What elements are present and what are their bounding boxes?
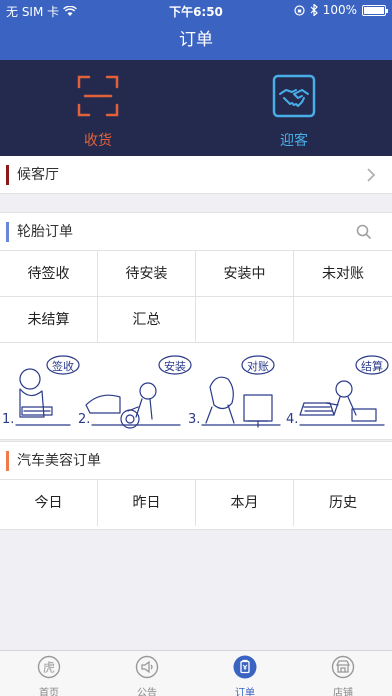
battery-percent: 100%: [322, 3, 357, 17]
tire-empty-cell: [196, 297, 294, 343]
page-title: 订单: [179, 30, 213, 50]
accent-bar: [6, 222, 9, 242]
receive-label: 收货: [84, 133, 112, 149]
svg-text:3.: 3.: [188, 412, 200, 427]
tab-home[interactable]: 虎 首页: [0, 651, 98, 696]
accent-bar: [6, 165, 9, 185]
receive-button[interactable]: 收货: [48, 74, 148, 150]
step-reconcile-label: 对账: [247, 359, 269, 373]
tab-store[interactable]: 店铺: [294, 651, 392, 696]
hero-panel: 收货 迎客: [0, 60, 392, 156]
accent-bar: [6, 451, 9, 471]
workflow-illustration-art: 1. 签收 2. 安装 3. 对账 4. 结算: [2, 355, 389, 429]
workflow-illustration: 1. 签收 2. 安装 3. 对账 4. 结算: [0, 343, 392, 439]
tire-unreconciled-cell[interactable]: 未对账: [294, 251, 392, 297]
tire-summary-cell[interactable]: 汇总: [98, 297, 196, 343]
orientation-lock-icon: [294, 4, 305, 16]
beauty-orders-title: 汽车美容订单: [17, 453, 101, 469]
battery-icon: [362, 4, 388, 16]
tab-store-label: 店铺: [333, 688, 353, 696]
tab-orders[interactable]: 订单: [196, 651, 294, 696]
beauty-history-cell[interactable]: 历史: [294, 480, 392, 526]
store-icon: [331, 655, 355, 679]
search-icon[interactable]: [356, 224, 372, 240]
waiting-room-label: 候客厅: [17, 167, 59, 183]
tire-unsettled-cell[interactable]: 未结算: [0, 297, 98, 343]
bluetooth-icon: [310, 4, 318, 16]
tab-orders-label: 订单: [235, 688, 255, 696]
status-right: 100%: [294, 3, 388, 17]
svg-text:4.: 4.: [286, 412, 298, 427]
scan-icon: [77, 75, 119, 117]
greet-button[interactable]: 迎客: [244, 74, 344, 150]
tire-empty-cell: [294, 297, 392, 343]
beauty-orders-header: 汽车美容订单: [0, 442, 392, 480]
waiting-room-row[interactable]: 候客厅: [0, 156, 392, 194]
tire-orders-title: 轮胎订单: [17, 224, 73, 240]
step-install-label: 安装: [164, 359, 186, 373]
home-icon: 虎: [37, 655, 61, 679]
chevron-right-icon: [367, 168, 376, 182]
svg-text:2.: 2.: [78, 412, 90, 427]
beauty-orders-section: 汽车美容订单 今日 昨日 本月 历史: [0, 441, 392, 530]
tire-pending-sign-cell[interactable]: 待签收: [0, 251, 98, 297]
announcement-icon: [135, 655, 159, 679]
tab-home-label: 首页: [39, 688, 59, 696]
tab-announcement[interactable]: 公告: [98, 651, 196, 696]
beauty-yesterday-cell[interactable]: 昨日: [98, 480, 196, 526]
greet-label: 迎客: [280, 133, 308, 149]
tire-orders-section: 轮胎订单 待签收 待安装 安装中 未对账 未结算 汇总 1. 签收 2. 安装 …: [0, 212, 392, 440]
svg-text:1.: 1.: [2, 412, 14, 427]
step-settle-label: 结算: [361, 359, 383, 373]
beauty-orders-grid: 今日 昨日 本月 历史: [0, 480, 392, 526]
orders-icon: [233, 655, 257, 679]
beauty-this-month-cell[interactable]: 本月: [196, 480, 294, 526]
tab-bar: 虎 首页 公告 订单 店铺: [0, 650, 392, 696]
step-sign-label: 签收: [52, 359, 74, 373]
beauty-today-cell[interactable]: 今日: [0, 480, 98, 526]
tire-pending-install-cell[interactable]: 待安装: [98, 251, 196, 297]
home-icon-glyph: 虎: [43, 661, 55, 675]
tire-orders-header: 轮胎订单: [0, 213, 392, 251]
nav-bar: 订单: [0, 20, 392, 60]
tire-orders-grid: 待签收 待安装 安装中 未对账 未结算 汇总: [0, 251, 392, 343]
handshake-icon: [272, 74, 316, 118]
tab-announcement-label: 公告: [137, 688, 157, 696]
status-bar: 无 SIM 卡 下午6:50 100%: [0, 0, 392, 20]
tire-installing-cell[interactable]: 安装中: [196, 251, 294, 297]
